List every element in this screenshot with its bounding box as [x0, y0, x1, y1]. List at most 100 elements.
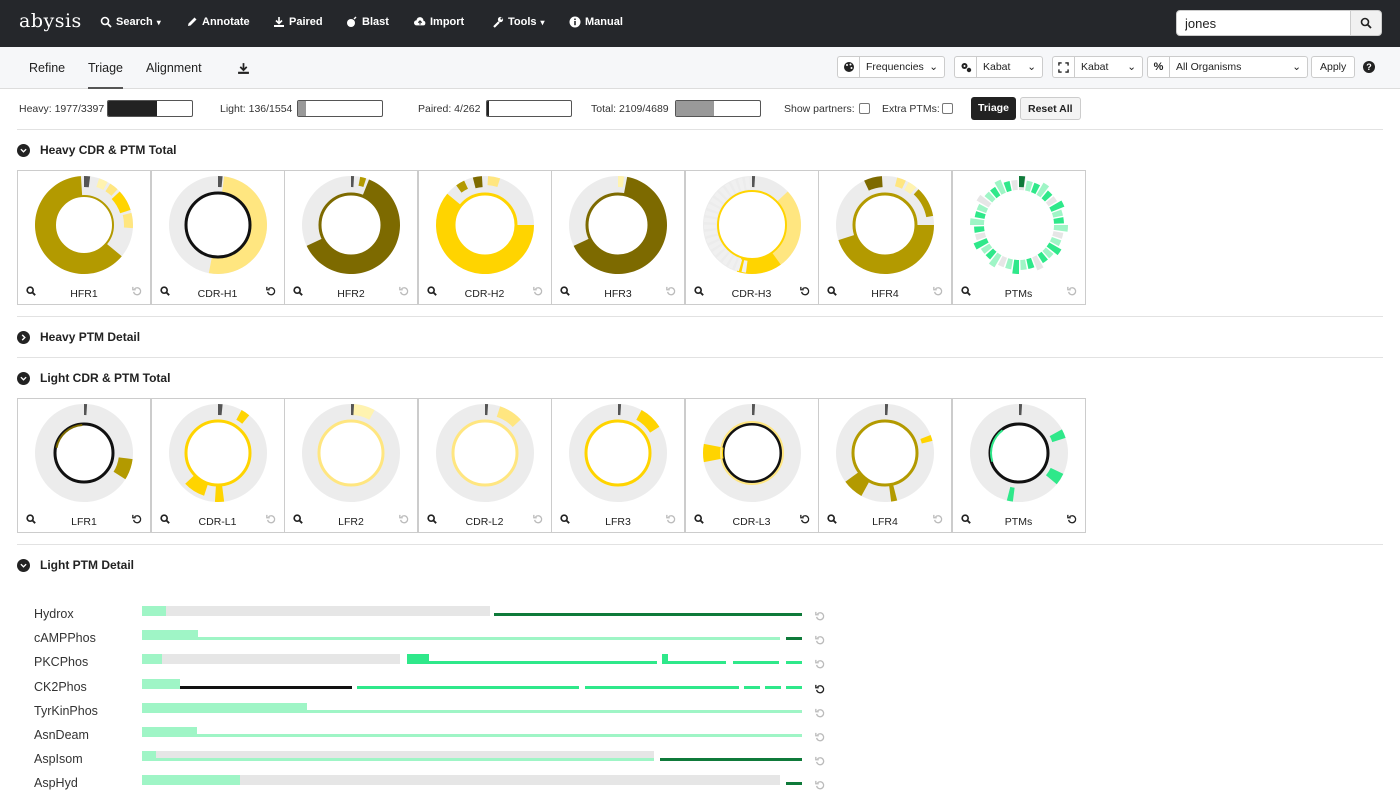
light-chart-lfr1[interactable]: LFR1: [17, 398, 151, 533]
undo-icon[interactable]: [399, 286, 409, 296]
ptm-segment[interactable]: [142, 606, 490, 616]
ptm-segment[interactable]: [786, 661, 802, 665]
search-button[interactable]: [1350, 10, 1382, 36]
light-chart-cdr-l1[interactable]: CDR-L1: [150, 398, 285, 533]
undo-icon[interactable]: [132, 514, 142, 524]
ptm-track[interactable]: [142, 654, 804, 668]
zoom-in-icon[interactable]: [560, 286, 570, 296]
ptm-reset-button[interactable]: [815, 610, 825, 624]
reset-button[interactable]: [265, 513, 276, 527]
donut-segment[interactable]: [122, 212, 133, 229]
ptm-segment[interactable]: [744, 685, 760, 689]
zoom-in-icon[interactable]: [693, 514, 704, 524]
undo-icon[interactable]: [1066, 286, 1077, 296]
reset-button[interactable]: [799, 285, 810, 299]
section-light-cdr-header[interactable]: Light CDR & PTM Total: [17, 371, 170, 385]
undo-icon[interactable]: [815, 780, 825, 790]
ptm-reset-button[interactable]: [815, 683, 825, 697]
donut-base[interactable]: [969, 176, 1068, 274]
zoom-button[interactable]: [293, 513, 303, 527]
donut-base[interactable]: [34, 404, 133, 502]
reset-button[interactable]: [132, 513, 142, 527]
heavy-chart-hfr3[interactable]: HFR3: [551, 170, 685, 305]
light-chart-ptms[interactable]: PTMs: [951, 398, 1086, 533]
zoom-in-icon[interactable]: [426, 514, 437, 524]
zoom-button[interactable]: [960, 513, 971, 527]
undo-icon[interactable]: [815, 684, 825, 694]
ptm-segment[interactable]: [357, 685, 579, 689]
heavy-chart-ptms[interactable]: PTMs: [951, 170, 1086, 305]
undo-icon[interactable]: [666, 286, 676, 296]
ptm-segment[interactable]: [142, 734, 802, 737]
donut-chart[interactable]: [301, 403, 401, 503]
nav-search[interactable]: Search ▾: [100, 16, 161, 28]
reset-button[interactable]: [666, 513, 676, 527]
ptm-segment[interactable]: [407, 654, 429, 665]
download-icon[interactable]: [237, 62, 250, 75]
ptm-segment[interactable]: [142, 727, 197, 737]
ptm-reset-button[interactable]: [815, 634, 825, 648]
zoom-in-icon[interactable]: [26, 286, 36, 296]
show-partners-checkbox[interactable]: [859, 103, 870, 114]
section-heavy-ptm-header[interactable]: Heavy PTM Detail: [17, 330, 140, 344]
abysis-logo[interactable]: abysis: [19, 10, 82, 32]
ptm-segment[interactable]: [142, 654, 400, 665]
section-heavy-cdr-header[interactable]: Heavy CDR & PTM Total: [17, 143, 176, 157]
undo-icon[interactable]: [815, 635, 825, 645]
zoom-in-icon[interactable]: [960, 286, 971, 296]
reset-button[interactable]: [799, 513, 810, 527]
donut-chart[interactable]: [702, 175, 802, 275]
zoom-button[interactable]: [26, 285, 36, 299]
ptm-segment[interactable]: [142, 637, 780, 641]
zoom-in-icon[interactable]: [159, 286, 170, 296]
ptm-track[interactable]: [142, 606, 804, 620]
undo-icon[interactable]: [1066, 514, 1077, 524]
heavy-chart-hfr4[interactable]: HFR4: [818, 170, 952, 305]
nav-tools[interactable]: Tools ▾: [492, 16, 545, 28]
donut-chart[interactable]: [568, 403, 668, 503]
zoom-in-icon[interactable]: [693, 286, 704, 296]
reset-button[interactable]: [132, 285, 142, 299]
reset-all-button[interactable]: Reset All: [1020, 97, 1081, 120]
ptm-segment[interactable]: [142, 654, 162, 665]
ptm-segment[interactable]: [733, 661, 779, 665]
reset-button[interactable]: [1066, 513, 1077, 527]
nav-blast[interactable]: Blast: [346, 16, 389, 28]
extra-ptms-checkbox[interactable]: [942, 103, 953, 114]
zoom-in-icon[interactable]: [293, 514, 303, 524]
zoom-in-icon[interactable]: [159, 514, 170, 524]
ptm-segment[interactable]: [142, 702, 307, 713]
zoom-button[interactable]: [426, 513, 437, 527]
donut-chart[interactable]: [835, 403, 935, 503]
undo-icon[interactable]: [666, 514, 676, 524]
reset-button[interactable]: [933, 285, 943, 299]
nav-paired[interactable]: Paired: [273, 16, 323, 28]
ptm-segment[interactable]: [142, 775, 240, 786]
ptm-segment[interactable]: [142, 751, 156, 762]
nav-import[interactable]: Import: [414, 16, 464, 28]
ptm-reset-button[interactable]: [815, 755, 825, 769]
reset-button[interactable]: [1066, 285, 1077, 299]
undo-icon[interactable]: [933, 286, 943, 296]
help-icon[interactable]: ?: [1363, 61, 1375, 73]
zoom-button[interactable]: [560, 513, 570, 527]
zoom-button[interactable]: [426, 285, 437, 299]
undo-icon[interactable]: [265, 514, 276, 524]
undo-icon[interactable]: [532, 514, 543, 524]
reset-button[interactable]: [532, 285, 543, 299]
zoom-in-icon[interactable]: [426, 286, 437, 296]
light-chart-cdr-l2[interactable]: CDR-L2: [417, 398, 552, 533]
undo-icon[interactable]: [399, 514, 409, 524]
donut-chart[interactable]: [568, 175, 668, 275]
ptm-track[interactable]: [142, 702, 804, 717]
nav-annotate[interactable]: Annotate: [186, 16, 250, 28]
donut-chart[interactable]: [835, 175, 935, 275]
heavy-chart-hfr2[interactable]: HFR2: [284, 170, 418, 305]
ptm-segment[interactable]: [662, 661, 726, 665]
donut-chart[interactable]: [301, 175, 401, 275]
triage-button[interactable]: Triage: [971, 97, 1016, 120]
reset-button[interactable]: [933, 513, 943, 527]
ptm-segment[interactable]: [407, 661, 657, 665]
reset-button[interactable]: [399, 285, 409, 299]
zoom-button[interactable]: [560, 285, 570, 299]
